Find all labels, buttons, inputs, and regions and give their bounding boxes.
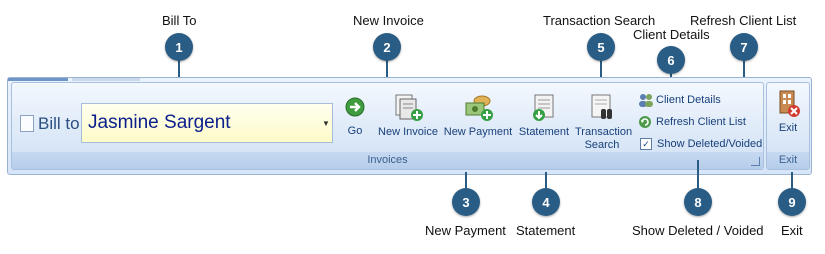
callout-label-show-deleted-voided: Show Deleted / Voided [632, 223, 764, 238]
exit-button[interactable]: Exit [771, 89, 805, 135]
callout-label-statement: Statement [516, 223, 576, 238]
transaction-search-button[interactable]: Transaction Search [575, 93, 633, 152]
checkbox-checked-icon[interactable]: ✓ [640, 138, 652, 150]
bill-to-combo[interactable]: Jasmine Sargent ▼ [81, 103, 333, 143]
show-deleted-voided-label: Show Deleted/Voided [657, 138, 763, 150]
transaction-search-label-2: Search [584, 139, 620, 151]
exit-group-caption: Exit [767, 152, 809, 169]
bill-to-value: Jasmine Sargent [88, 112, 231, 133]
callout-badge-7: 7 [730, 33, 758, 61]
ribbon-tab-inactive[interactable] [72, 78, 140, 81]
bill-to-label: Bill to [38, 114, 80, 133]
callout-label-bill-to: Bill To [162, 13, 197, 28]
transaction-search-icon [587, 93, 617, 123]
client-details-label: Client Details [656, 94, 721, 106]
leader-1 [178, 60, 180, 78]
refresh-client-list-button[interactable]: Refresh Client List [638, 115, 746, 129]
statement-icon [529, 93, 559, 123]
callout-label-new-invoice: New Invoice [353, 13, 424, 28]
callout-badge-8: 8 [684, 188, 712, 216]
exit-label: Exit [778, 122, 798, 134]
callout-badge-5: 5 [587, 33, 615, 61]
callout-badge-6: 6 [657, 46, 685, 74]
callout-badge-2: 2 [373, 33, 401, 61]
invoices-caption-text: Invoices [367, 154, 408, 166]
callout-badge-4: 4 [532, 188, 560, 216]
statement-label: Statement [518, 126, 570, 138]
callout-badge-9: 9 [778, 188, 806, 216]
show-deleted-voided-checkbox[interactable]: ✓ Show Deleted/Voided [640, 138, 762, 150]
new-invoice-label: New Invoice [378, 126, 438, 138]
invoices-group-caption: Invoices [12, 152, 763, 169]
leader-8 [697, 160, 699, 190]
callout-label-transaction-search: Transaction Search [543, 13, 656, 28]
new-payment-icon [462, 93, 494, 123]
callout-badge-1: 1 [165, 33, 193, 61]
exit-group: Exit Exit [766, 82, 810, 170]
new-invoice-icon [392, 93, 424, 123]
new-payment-label: New Payment [443, 126, 513, 138]
callout-label-refresh-client-list: Refresh Client List [690, 13, 797, 28]
ribbon: Bill to Jasmine Sargent ▼ Go New Invoice… [7, 77, 812, 175]
refresh-icon [638, 115, 652, 129]
ribbon-tab-active[interactable] [8, 78, 68, 81]
invoices-group: Bill to Jasmine Sargent ▼ Go New Invoice… [11, 82, 764, 170]
go-arrow-icon [345, 97, 365, 117]
callout-label-new-payment: New Payment [425, 223, 506, 238]
dialog-launcher-icon[interactable] [751, 157, 760, 166]
transaction-search-label-1: Transaction [575, 126, 633, 138]
refresh-client-list-label: Refresh Client List [656, 116, 746, 128]
statement-button[interactable]: Statement [517, 93, 571, 139]
exit-icon [774, 89, 802, 119]
document-icon [20, 115, 34, 132]
new-payment-button[interactable]: New Payment [443, 93, 513, 139]
callout-label-client-details: Client Details [633, 27, 710, 42]
callout-label-exit: Exit [781, 223, 803, 238]
go-label: Go [347, 125, 363, 137]
chevron-down-icon[interactable]: ▼ [320, 119, 332, 128]
callout-badge-3: 3 [452, 188, 480, 216]
new-invoice-button[interactable]: New Invoice [377, 93, 439, 139]
go-button[interactable]: Go [342, 97, 368, 138]
client-details-button[interactable]: Client Details [638, 93, 721, 107]
users-icon [638, 93, 653, 107]
